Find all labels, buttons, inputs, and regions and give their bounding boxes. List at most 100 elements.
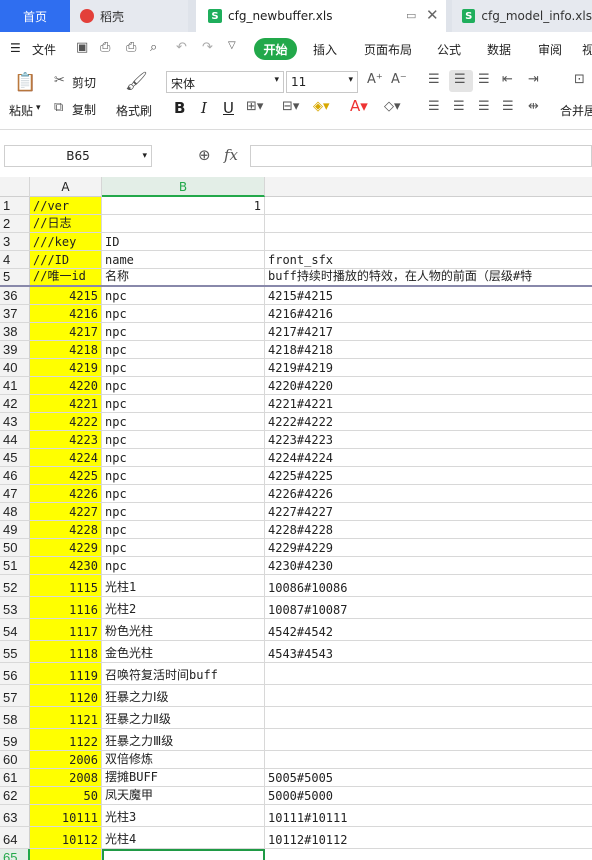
row-number[interactable]: 37 [0, 305, 30, 322]
cell-c[interactable]: 4226#4226 [265, 485, 592, 502]
merge-button[interactable]: 合并居 [560, 102, 592, 119]
menu-view[interactable]: 视 [582, 41, 592, 58]
cell-b[interactable]: npc [102, 467, 265, 484]
menu-review[interactable]: 审阅 [538, 41, 562, 58]
cut-button[interactable]: 剪切 [72, 74, 96, 91]
cell-b[interactable]: 召唤符复活时间buff [102, 663, 265, 684]
name-box[interactable]: B65 ▾ [4, 145, 152, 167]
cell-b[interactable]: 粉色光柱 [102, 619, 265, 640]
cell-b[interactable]: 光柱4 [102, 827, 265, 848]
align-right-icon[interactable]: ☰ [478, 99, 490, 114]
cell-a[interactable]: 4218 [30, 341, 102, 358]
row-number[interactable]: 40 [0, 359, 30, 376]
cell-b[interactable] [102, 215, 265, 232]
increase-font-icon[interactable]: A⁺ [367, 72, 383, 87]
cell-b[interactable]: 狂暴之力Ⅱ级 [102, 707, 265, 728]
cell-a[interactable]: //ver [30, 197, 102, 214]
row-number[interactable]: 44 [0, 431, 30, 448]
cell-c[interactable]: 10087#10087 [265, 597, 592, 618]
row-number[interactable]: 58 [0, 707, 30, 728]
row-number[interactable]: 60 [0, 751, 30, 768]
cell-c[interactable]: 4223#4223 [265, 431, 592, 448]
cell-b[interactable]: 名称 [102, 269, 265, 285]
cell-c[interactable]: 4230#4230 [265, 557, 592, 574]
cell-c[interactable]: 4221#4221 [265, 395, 592, 412]
paste-button[interactable]: 粘贴 [9, 102, 33, 119]
cell-a[interactable]: 10112 [30, 827, 102, 848]
float-window-icon[interactable]: ▭ [406, 9, 416, 22]
cell-b[interactable]: npc [102, 287, 265, 304]
cell-b[interactable]: npc [102, 323, 265, 340]
cell-a[interactable]: 1118 [30, 641, 102, 662]
cell-c[interactable]: 5000#5000 [265, 787, 592, 804]
row-number[interactable]: 46 [0, 467, 30, 484]
align-bottom-icon[interactable]: ☰ [478, 72, 490, 87]
fill-color-icon[interactable]: ◈▾ [313, 99, 330, 114]
cell-b[interactable]: npc [102, 359, 265, 376]
row-number[interactable]: 43 [0, 413, 30, 430]
paste-dropdown-icon[interactable]: ▾ [36, 103, 41, 113]
cell-c[interactable]: 4225#4225 [265, 467, 592, 484]
close-tab-icon[interactable]: ✕ [426, 6, 439, 24]
tab-daoke[interactable]: 稻壳 [70, 0, 188, 32]
cell-b[interactable]: npc [102, 539, 265, 556]
row-number[interactable]: 57 [0, 685, 30, 706]
cell-b[interactable]: npc [102, 305, 265, 322]
cell-b[interactable]: 狂暴之力Ⅰ级 [102, 685, 265, 706]
preview-icon[interactable]: ⌕ [150, 40, 157, 55]
cell-b[interactable]: 凤天魔甲 [102, 787, 265, 804]
cell-c[interactable] [265, 215, 592, 232]
cell-a[interactable]: 1116 [30, 597, 102, 618]
paste-icon[interactable]: 📋 [14, 72, 36, 93]
cell-c[interactable]: 4224#4224 [265, 449, 592, 466]
menu-start[interactable]: 开始 [254, 38, 297, 60]
row-number[interactable]: 54 [0, 619, 30, 640]
align-top-icon[interactable]: ☰ [428, 72, 440, 87]
cell-a[interactable]: 10111 [30, 805, 102, 826]
cell-b[interactable]: 光柱2 [102, 597, 265, 618]
format-painter-button[interactable]: 格式刷 [116, 102, 152, 119]
cell-a[interactable]: 1119 [30, 663, 102, 684]
cell-a[interactable]: 4220 [30, 377, 102, 394]
cell-c[interactable]: 4215#4215 [265, 287, 592, 304]
cell-c[interactable] [265, 197, 592, 214]
cell-a[interactable]: 2006 [30, 751, 102, 768]
row-number[interactable]: 49 [0, 521, 30, 538]
align-middle-button[interactable]: ☰ [449, 70, 473, 92]
cell-a[interactable]: 4221 [30, 395, 102, 412]
italic-button[interactable]: I [201, 99, 207, 117]
cell-b[interactable]: npc [102, 431, 265, 448]
redo-icon[interactable]: ↷ [202, 40, 213, 55]
hamburger-icon[interactable]: ☰ [10, 41, 21, 55]
cell-c[interactable]: buff持续时播放的特效，在人物的前面（层级#特 [265, 269, 592, 285]
cell-a[interactable]: 4224 [30, 449, 102, 466]
cell-b[interactable]: 光柱3 [102, 805, 265, 826]
undo-icon[interactable]: ↶ [176, 40, 187, 55]
cell-a[interactable] [30, 849, 102, 860]
cell-b[interactable]: 摆摊BUFF [102, 769, 265, 786]
menu-file[interactable]: 文件 [32, 41, 56, 58]
justify-icon[interactable]: ☰ [502, 99, 514, 114]
distribute-icon[interactable]: ⇹ [528, 99, 539, 114]
row-number[interactable]: 5 [0, 269, 30, 285]
cut-icon[interactable]: ✂ [54, 73, 65, 88]
cell-a[interactable]: 50 [30, 787, 102, 804]
decrease-font-icon[interactable]: A⁻ [391, 72, 407, 87]
menu-formula[interactable]: 公式 [437, 41, 461, 58]
more-icon[interactable]: ▽ [228, 40, 236, 51]
cell-b[interactable]: npc [102, 521, 265, 538]
row-number[interactable]: 42 [0, 395, 30, 412]
cell-b[interactable]: 狂暴之力Ⅲ级 [102, 729, 265, 750]
row-number[interactable]: 48 [0, 503, 30, 520]
cell-a[interactable]: 4215 [30, 287, 102, 304]
format-painter-icon[interactable]: 🖌 [125, 71, 148, 92]
cell-c[interactable]: 4229#4229 [265, 539, 592, 556]
bold-button[interactable]: B [174, 99, 185, 117]
cell-b[interactable]: npc [102, 377, 265, 394]
font-color-icon[interactable]: A▾ [350, 97, 368, 115]
cell-a[interactable]: 2008 [30, 769, 102, 786]
cell-c[interactable]: 10112#10112 [265, 827, 592, 848]
row-number[interactable]: 65 [0, 849, 30, 860]
cell-b[interactable]: npc [102, 413, 265, 430]
cell-c[interactable] [265, 685, 592, 706]
